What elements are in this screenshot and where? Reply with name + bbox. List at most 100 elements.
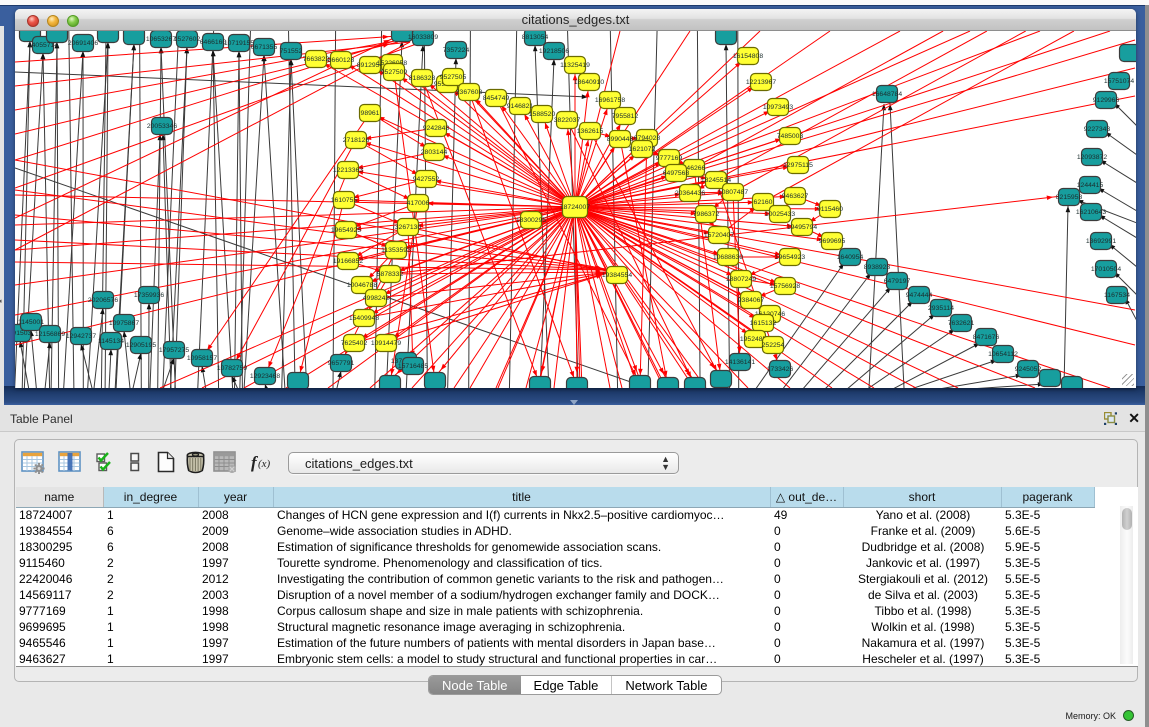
svg-text:9242848: 9242848 [423,125,450,132]
svg-text:9527505: 9527505 [440,74,467,81]
svg-text:10688639: 10688639 [713,254,743,261]
svg-text:19654925: 19654925 [331,227,361,234]
svg-text:10973493: 10973493 [763,104,793,111]
svg-text:8454749: 8454749 [483,95,510,102]
svg-text:1640954: 1640954 [837,254,864,261]
svg-text:7625402: 7625402 [341,340,368,347]
svg-text:10719155: 10719155 [224,40,254,47]
svg-text:751552: 751552 [280,48,303,55]
svg-text:1244415: 1244415 [1077,182,1104,189]
svg-text:4998242: 4998242 [363,295,390,302]
svg-text:12093872: 12093872 [1077,154,1107,161]
svg-text:1145001: 1145001 [18,319,44,326]
svg-text:7357224: 7357224 [443,47,470,54]
svg-text:6497568: 6497568 [663,170,690,177]
svg-text:19218506: 19218506 [539,48,569,55]
svg-text:12213967: 12213967 [746,79,776,86]
svg-text:9527509: 9527509 [381,69,408,76]
svg-text:3822037: 3822037 [554,117,581,124]
svg-text:62160: 62160 [754,199,773,206]
svg-text:20206576: 20206576 [88,297,118,304]
svg-text:17010504: 17010504 [1091,266,1121,273]
svg-text:7663822: 7663822 [303,56,330,63]
svg-text:10807487: 10807487 [718,189,748,196]
svg-text:15720407: 15720407 [704,232,734,239]
svg-text:19384554: 19384554 [602,272,632,279]
svg-text:16961758: 16961758 [595,97,625,104]
svg-text:9115460: 9115460 [817,206,843,213]
svg-text:7485003: 7485003 [777,133,804,140]
svg-text:8186328: 8186328 [409,75,436,82]
svg-text:18640910: 18640910 [574,79,604,86]
svg-text:12975115: 12975115 [783,162,813,169]
svg-text:9657791: 9657791 [328,360,355,367]
svg-text:7632621: 7632621 [948,320,975,327]
svg-text:2718126: 2718126 [343,137,370,144]
svg-text:1588520: 1588520 [529,111,556,118]
svg-text:20364436: 20364436 [675,190,705,197]
svg-text:15756928: 15756928 [770,283,800,290]
svg-text:20691406: 20691406 [68,40,98,47]
svg-text:1527602: 1527602 [174,36,201,43]
svg-text:16210643: 16210643 [1076,209,1106,216]
svg-text:10958157: 10958157 [187,355,217,362]
svg-text:1733426: 1733426 [767,366,794,373]
svg-text:19654923: 19654923 [775,254,805,261]
svg-text:10653267: 10653267 [146,36,176,43]
svg-text:10025433: 10025433 [765,211,795,218]
svg-text:18807249: 18807249 [726,276,756,283]
svg-text:1621072: 1621072 [629,146,656,153]
svg-text:9227343: 9227343 [1084,126,1111,133]
svg-text:1145134: 1145134 [98,338,124,345]
svg-text:18724007: 18724007 [560,204,590,211]
svg-text:15751074: 15751074 [1104,78,1134,85]
svg-text:16648784: 16648784 [872,91,902,98]
svg-text:417006: 417006 [407,200,430,207]
svg-text:9146821: 9146821 [507,103,534,110]
svg-text:18300295: 18300295 [516,217,546,224]
svg-text:9474444: 9474444 [906,292,933,299]
svg-text:6671355: 6671355 [251,44,278,51]
svg-text:98961: 98961 [361,110,380,117]
svg-text:2935114: 2935114 [928,305,954,312]
svg-text:12923468: 12923468 [250,373,280,380]
svg-text:16033809: 16033809 [408,34,438,41]
svg-text:8990448: 8990448 [607,136,634,143]
svg-text:13692991: 13692991 [1086,238,1116,245]
svg-text:11325419: 11325419 [560,62,590,69]
svg-text:16154808: 16154808 [733,53,763,60]
svg-text:8813054: 8813054 [522,34,549,41]
svg-text:19166852: 19166852 [333,258,363,265]
svg-text:7986372: 7986372 [693,211,720,218]
svg-text:11353593: 11353593 [381,247,411,254]
svg-text:9777169: 9777169 [656,155,683,162]
svg-text:20053346: 20053346 [147,123,177,130]
svg-text:15409948: 15409948 [349,315,379,322]
svg-text:3267130: 3267130 [395,224,422,231]
svg-text:1362615: 1362615 [577,128,604,135]
svg-text:9463627: 9463627 [782,193,809,200]
svg-text:12156869: 12156869 [35,331,65,338]
svg-text:10046788: 10046788 [347,282,377,289]
svg-text:7955812: 7955812 [612,113,639,120]
svg-text:10654112: 10654112 [988,351,1018,358]
svg-text:1610755: 1610755 [331,197,358,204]
svg-text:10914479: 10914479 [371,340,401,347]
svg-text:12213363: 12213363 [333,167,363,174]
svg-text:8938923: 8938923 [864,264,891,271]
svg-text:9699695: 9699695 [819,238,846,245]
svg-text:252254: 252254 [762,342,785,349]
svg-text:2367608: 2367608 [456,89,483,96]
svg-text:15716485: 15716485 [398,363,428,370]
svg-text:19495794: 19495794 [787,224,817,231]
svg-text:8660128: 8660128 [328,57,355,64]
svg-text:8215958: 8215958 [1056,194,1083,201]
svg-text:1167534: 1167534 [1104,292,1130,299]
svg-text:12942737: 12942737 [66,333,96,340]
svg-text:17957275: 17957275 [159,347,189,354]
svg-text:8471676: 8471676 [973,334,1000,341]
svg-text:12905195: 12905195 [126,342,156,349]
svg-text:10975867: 10975867 [109,320,139,327]
svg-text:9245052: 9245052 [1015,366,1042,373]
svg-text:6479197: 6479197 [884,278,911,285]
